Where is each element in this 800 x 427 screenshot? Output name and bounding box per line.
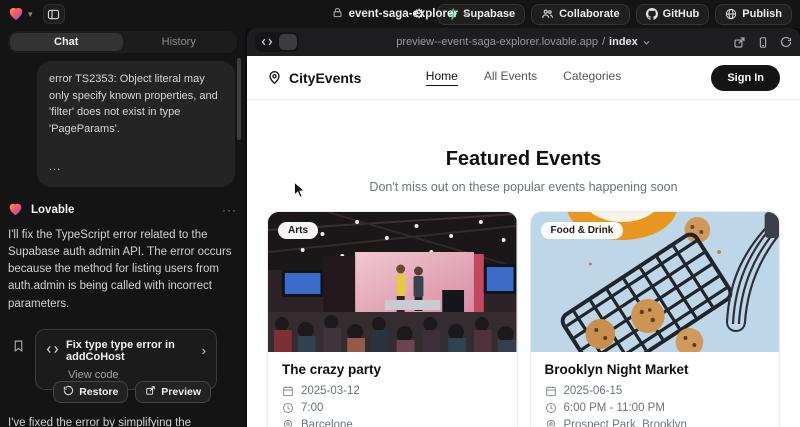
refresh-icon[interactable] <box>780 36 792 48</box>
code-preview-toggle[interactable] <box>255 32 299 52</box>
publish-button[interactable]: Publish <box>715 4 792 25</box>
event-card-arts[interactable]: Arts The crazy party 2025-03-12 7:00 Bar… <box>267 211 518 427</box>
user-message-text: error TS2353: Object literal may only sp… <box>49 73 218 135</box>
supabase-button[interactable]: Supabase <box>437 4 525 25</box>
site-preview: CityEvents Home All Events Categories Si… <box>247 56 800 427</box>
nav-all-events[interactable]: All Events <box>484 69 537 86</box>
event-card-food-drink[interactable]: Food & Drink Brooklyn Night Market 2025-… <box>530 211 781 427</box>
view-code-link[interactable]: View code <box>68 369 206 381</box>
event-category-badge: Food & Drink <box>541 222 624 239</box>
clock-icon <box>545 402 557 414</box>
event-time: 7:00 <box>301 402 323 414</box>
github-icon <box>646 8 658 20</box>
github-button[interactable]: GitHub <box>636 4 710 25</box>
external-link-icon <box>145 385 156 399</box>
url-chevron-down-icon <box>642 38 651 47</box>
event-date: 2025-06-15 <box>564 385 623 397</box>
open-in-new-tab-icon[interactable] <box>733 36 746 49</box>
workspace-chevron-down-icon[interactable]: ▾ <box>28 10 33 19</box>
nav-categories[interactable]: Categories <box>563 69 621 86</box>
featured-events-subtitle: Don't miss out on these popular events h… <box>247 180 800 194</box>
calendar-icon <box>545 385 557 397</box>
settings-gear-icon[interactable]: ⚙ <box>407 4 431 25</box>
bookmark-icon[interactable] <box>12 339 25 358</box>
event-image-party: Arts <box>268 212 517 352</box>
assistant-message-2: I've fixed the error by simplifying the … <box>8 415 237 427</box>
top-bar: ▾ event-saga-explorer ▾ ⚙ Supabase Colla… <box>0 0 800 28</box>
code-change-title: Fix type type error in addCoHost <box>66 339 195 363</box>
event-category-badge: Arts <box>278 222 318 239</box>
chat-history-tabs: Chat History <box>8 31 237 53</box>
url-host: preview--event-saga-explorer.lovable.app <box>396 36 598 48</box>
location-pin-icon <box>545 419 557 427</box>
tab-chat[interactable]: Chat <box>10 33 123 51</box>
nav-home[interactable]: Home <box>426 69 458 86</box>
toggle-sidebar-button[interactable] <box>43 4 65 24</box>
preview-toolbar: preview--event-saga-explorer.lovable.app… <box>247 28 800 56</box>
url-separator: / <box>602 36 605 48</box>
people-icon <box>541 8 554 20</box>
lock-icon <box>332 7 343 21</box>
event-image-cookies: Food & Drink <box>531 212 780 352</box>
user-message-bubble: error TS2353: Object literal may only sp… <box>37 61 235 187</box>
collaborate-button[interactable]: Collaborate <box>531 4 630 25</box>
restore-icon <box>63 385 74 399</box>
mobile-view-icon[interactable] <box>757 36 769 49</box>
preview-url-bar[interactable]: preview--event-saga-explorer.lovable.app… <box>247 36 800 48</box>
code-icon <box>46 344 59 358</box>
clock-icon <box>282 402 294 414</box>
lovable-logo-icon[interactable] <box>8 6 24 22</box>
location-pin-icon <box>282 419 294 427</box>
tab-history[interactable]: History <box>123 33 236 51</box>
toggle-knob <box>279 34 297 50</box>
preview-panel: preview--event-saga-explorer.lovable.app… <box>247 28 800 427</box>
lovable-window: ▾ event-saga-explorer ▾ ⚙ Supabase Colla… <box>0 0 800 427</box>
event-location: Barcelone <box>301 419 353 427</box>
code-toggle-icon <box>257 34 277 50</box>
chevron-right-icon: › <box>202 343 206 358</box>
restore-button[interactable]: Restore <box>53 381 128 403</box>
supabase-bolt-icon <box>447 8 458 20</box>
url-page: index <box>609 36 638 48</box>
chat-panel: Chat History error TS2353: Object litera… <box>0 28 245 427</box>
user-message-ellipsis: ... <box>49 159 223 176</box>
preview-version-button[interactable]: Preview <box>135 381 211 403</box>
event-time: 6:00 PM - 11:00 PM <box>564 402 665 414</box>
globe-icon <box>725 8 737 20</box>
event-date: 2025-03-12 <box>301 385 360 397</box>
featured-events-title: Featured Events <box>247 148 800 171</box>
event-title: The crazy party <box>282 362 503 377</box>
chat-scrollbar[interactable] <box>237 58 241 140</box>
lovable-avatar-icon <box>8 202 24 218</box>
event-location: Prospect Park, Brooklyn <box>564 419 687 427</box>
calendar-icon <box>282 385 294 397</box>
event-title: Brooklyn Night Market <box>545 362 766 377</box>
message-menu-dots-icon[interactable]: ··· <box>222 203 237 217</box>
assistant-message-1: I'll fix the TypeScript error related to… <box>8 227 237 313</box>
assistant-name: Lovable <box>31 204 215 216</box>
site-header: CityEvents Home All Events Categories Si… <box>247 56 800 100</box>
sign-in-button[interactable]: Sign In <box>711 65 780 91</box>
